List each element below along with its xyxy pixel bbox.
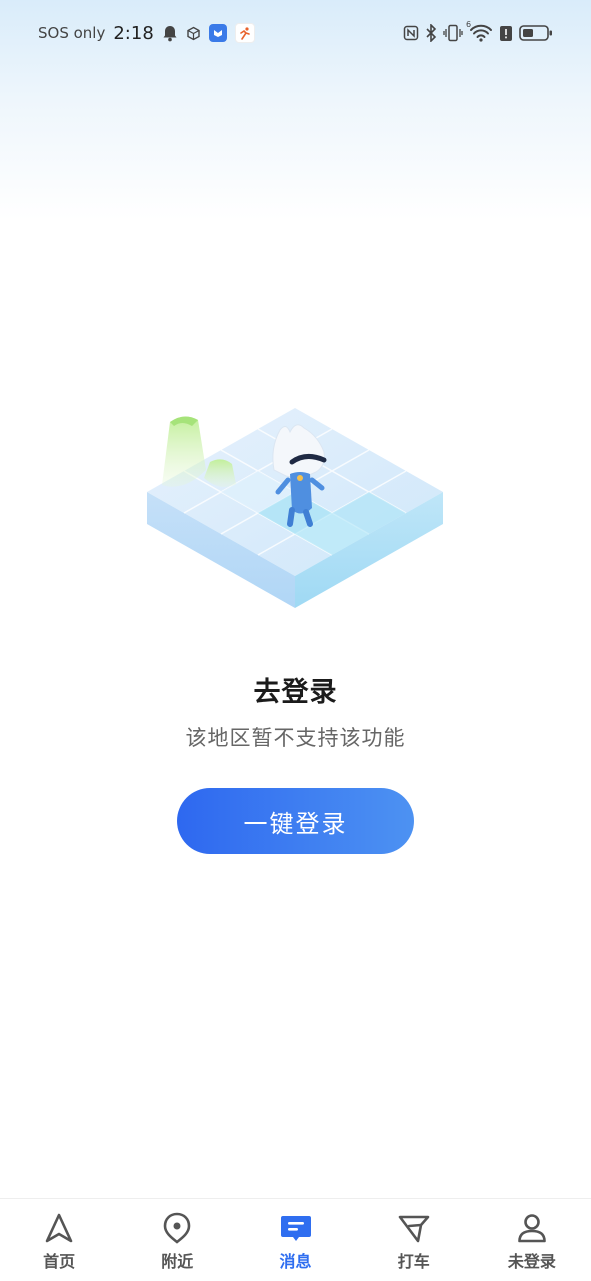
wifi-generation-label: 6 [466, 20, 472, 29]
taxi-flag-icon [397, 1211, 431, 1245]
battery-icon [519, 24, 553, 42]
sos-text: SOS only [38, 24, 106, 42]
nav-label-nearby: 附近 [161, 1252, 194, 1271]
page-title: 去登录 [253, 677, 338, 708]
nav-label-home: 首页 [43, 1252, 76, 1271]
message-icon [279, 1211, 313, 1245]
nav-label-messages: 消息 [279, 1252, 312, 1271]
bluetooth-icon [425, 24, 437, 42]
nav-item-nearby[interactable]: 附近 [118, 1199, 236, 1281]
bottom-nav: 首页 附近 消息 打车 未登录 [0, 1198, 591, 1281]
bell-icon [162, 25, 178, 42]
one-click-login-button[interactable]: 一键登录 [177, 788, 414, 854]
nav-item-profile[interactable]: 未登录 [473, 1199, 591, 1281]
clock: 2:18 [113, 22, 154, 44]
navigation-arrow-icon [42, 1211, 76, 1245]
location-pin-icon [160, 1211, 194, 1245]
user-icon [515, 1211, 549, 1245]
nav-item-home[interactable]: 首页 [0, 1199, 118, 1281]
login-illustration [140, 400, 450, 620]
cube-icon [186, 26, 201, 41]
runner-app-icon [234, 23, 255, 43]
nav-label-profile: 未登录 [507, 1252, 556, 1271]
app-notification-icon [208, 24, 227, 42]
wifi-icon: 6 [466, 20, 493, 42]
vibrate-icon [443, 24, 463, 42]
status-bar: SOS only 2:18 6 [0, 0, 591, 66]
nav-item-taxi[interactable]: 打车 [355, 1199, 473, 1281]
unsupported-region-message: 该地区暂不支持该功能 [185, 726, 406, 750]
nav-item-messages[interactable]: 消息 [236, 1199, 354, 1281]
nav-label-taxi: 打车 [397, 1252, 430, 1271]
alert-icon [499, 25, 513, 42]
nfc-icon [403, 25, 419, 41]
